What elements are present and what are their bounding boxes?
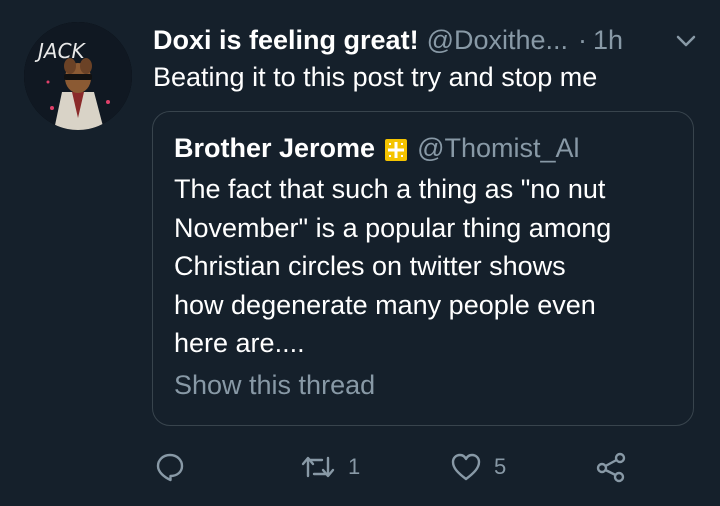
share-button[interactable] [595,447,627,487]
heart-icon [450,452,482,482]
retweet-icon [300,452,336,482]
quoted-user-handle: @Thomist_Al [417,132,580,163]
chevron-down-icon[interactable] [676,34,696,48]
like-button[interactable]: 5 [450,447,506,487]
user-handle[interactable]: @Doxithe... [427,25,568,56]
avatar-logo-text: JACK [34,39,87,63]
quoted-text-line: how degenerate many people even [174,289,596,320]
quoted-tweet-header: Brother Jerome @Thomist_Al [174,130,580,166]
like-count: 5 [494,454,507,479]
action-bar: 1 5 [0,447,720,487]
timestamp[interactable]: 1h [593,25,623,56]
quoted-text-line: The fact that such a thing as "no nut [174,174,606,204]
quoted-tweet[interactable]: Brother Jerome @Thomist_Al The fact that… [152,111,694,426]
retweet-count: 1 [348,454,361,479]
share-icon [595,451,627,483]
tweet-text: Beating it to this post try and stop me [153,62,598,92]
reply-button[interactable] [155,447,185,487]
show-thread-link[interactable]: Show this thread [174,370,375,401]
retweet-button[interactable]: 1 [300,447,360,487]
avatar[interactable]: JACK [24,22,132,130]
quoted-text-line: here are.... [174,328,305,358]
separator-dot: · [578,24,588,55]
reply-icon [155,452,185,482]
display-name[interactable]: Doxi is feeling great! [153,25,419,56]
quoted-text-line: November" is a popular thing among [174,212,612,243]
quoted-tweet-text: The fact that such a thing as "no nut No… [174,170,679,363]
jerusalem-cross-flag-icon [385,137,408,161]
quoted-text-line: Christian circles on twitter shows [174,251,566,281]
tweet-header: Doxi is feeling great! @Doxithe... · 1h [153,20,623,60]
quoted-display-name: Brother Jerome [174,132,376,163]
